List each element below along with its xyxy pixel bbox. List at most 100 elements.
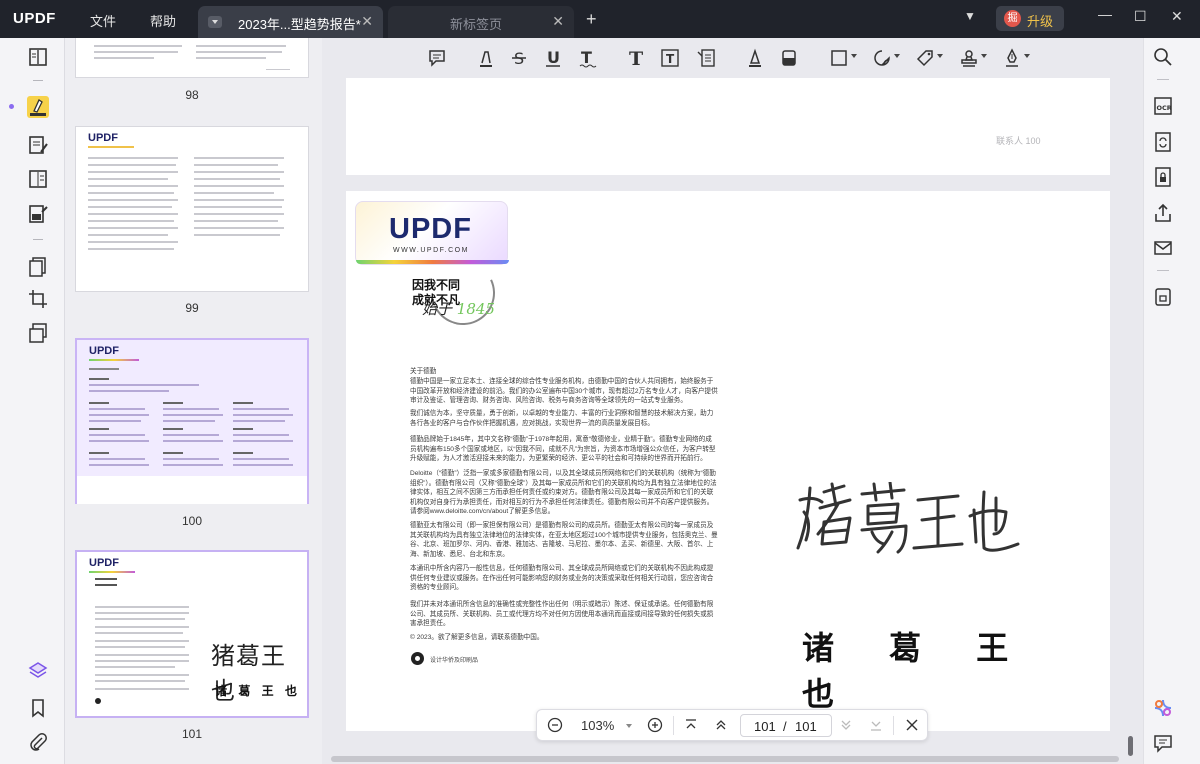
zoom-level[interactable]: 103%	[581, 718, 614, 733]
stamp-tag-icon[interactable]	[915, 48, 935, 68]
convert-pdf-icon[interactable]	[1152, 131, 1174, 153]
page-navigation-bar: 103% 101 / 101	[536, 709, 928, 741]
save-icon[interactable]	[1152, 286, 1174, 308]
thumbnail-page[interactable]	[75, 38, 309, 78]
sticker-icon[interactable]	[872, 48, 892, 68]
last-page-icon[interactable]	[869, 717, 883, 736]
underline-icon[interactable]: U	[543, 48, 563, 68]
protect-icon[interactable]	[1152, 166, 1174, 188]
horizontal-scrollbar[interactable]	[331, 756, 1119, 762]
close-window-icon[interactable]: ✕	[1171, 8, 1183, 25]
ai-assistant-icon[interactable]	[1152, 697, 1174, 719]
tag-dropdown-icon[interactable]	[937, 54, 943, 58]
search-icon[interactable]	[1152, 46, 1174, 68]
svg-text:T: T	[629, 48, 643, 68]
zoom-in-icon[interactable]	[647, 717, 663, 736]
thumbnail-page-number: 98	[185, 88, 199, 102]
organize-pages-icon[interactable]	[27, 256, 49, 278]
shape-dropdown-icon[interactable]	[851, 54, 857, 58]
thumbnail-page-number: 100	[181, 514, 203, 528]
footer-label: 设计华侨及印刷品	[430, 658, 479, 664]
text-callout-icon[interactable]	[696, 48, 716, 68]
eraser-icon[interactable]	[779, 48, 799, 68]
pencil-icon[interactable]	[745, 48, 765, 68]
user-avatar-icon: 掘	[1004, 10, 1021, 27]
signature-dropdown-icon[interactable]	[1024, 54, 1030, 58]
shape-icon[interactable]	[829, 48, 849, 68]
share-icon[interactable]	[1152, 202, 1174, 224]
comment-icon[interactable]	[427, 48, 447, 68]
email-icon[interactable]	[1152, 237, 1174, 259]
paragraph: 我们诚信为本，坚守质量，勇于创新，以卓越的专业能力、丰富的行业洞察和智慧的技术解…	[410, 410, 714, 427]
reader-icon[interactable]	[27, 46, 49, 68]
previous-page-icon[interactable]	[714, 717, 728, 736]
signature-pen-icon[interactable]	[1002, 48, 1022, 68]
stamp-icon[interactable]	[959, 48, 979, 68]
fill-sign-icon[interactable]	[27, 203, 49, 225]
crop-icon[interactable]	[27, 288, 49, 310]
edit-pdf-icon[interactable]	[27, 134, 49, 156]
upgrade-label: 升级	[1027, 14, 1054, 29]
left-toolbar	[0, 38, 64, 764]
right-toolbar: OCR	[1143, 38, 1200, 764]
svg-text:T: T	[666, 52, 675, 66]
zoom-out-icon[interactable]	[547, 717, 563, 736]
active-indicator	[9, 104, 14, 109]
current-page: 101	[754, 719, 776, 734]
menu-file[interactable]: 文件	[90, 11, 116, 30]
thumbnail-page-selected[interactable]: UPDF 猪葛王也 诸 葛 王 也	[75, 550, 309, 718]
bookmark-icon[interactable]	[27, 697, 49, 719]
zoom-dropdown-icon[interactable]	[626, 724, 632, 728]
chevron-down-icon[interactable]: ▼	[964, 9, 976, 23]
upgrade-button[interactable]: 掘 升级	[996, 6, 1064, 31]
paragraph: 德勤亚太有限公司（即一家担保有限公司）是德勤有限公司的成员所。德勤亚太有限公司的…	[410, 522, 718, 558]
svg-text:T: T	[581, 48, 592, 67]
minimize-icon[interactable]: —	[1098, 6, 1112, 22]
text-box-icon[interactable]: T	[660, 48, 680, 68]
highlight-icon[interactable]	[476, 48, 496, 68]
title-bar: UPDF 文件 帮助 2023年...型趋势报告* ✕ 新标签页 ✕ + ▼ 掘…	[0, 0, 1200, 38]
tab-close-icon[interactable]: ✕	[552, 13, 564, 30]
comments-panel-icon[interactable]	[1152, 732, 1174, 754]
thumbnail-panel: 98 UPDF 99 UPDF 100 UPDF 猪葛王也 诸 葛 王 也 10…	[64, 38, 322, 764]
tab-document[interactable]: 2023年...型趋势报告* ✕	[198, 6, 383, 38]
thumbnail-page[interactable]: UPDF	[75, 126, 309, 292]
form-icon[interactable]	[27, 168, 49, 190]
vertical-scrollbar[interactable]	[1128, 736, 1133, 756]
thumbnail-page-number: 101	[181, 727, 203, 741]
tab-close-icon[interactable]: ✕	[361, 13, 373, 30]
annotation-toolbar: S U T T T	[322, 38, 1138, 78]
tab-menu-icon[interactable]	[208, 16, 222, 28]
thumbnail-page[interactable]: UPDF	[75, 338, 309, 504]
next-page-icon[interactable]	[839, 717, 853, 736]
comment-highlight-icon[interactable]	[27, 96, 49, 118]
close-nav-icon[interactable]	[905, 717, 919, 736]
script-tagline: 始于 1845	[422, 300, 495, 318]
first-page-icon[interactable]	[684, 717, 698, 736]
stamp-dropdown-icon[interactable]	[981, 54, 987, 58]
page-number-input[interactable]: 101 / 101	[740, 714, 832, 737]
logo-url: WWW.UPDF.COM	[393, 247, 469, 254]
tab-new[interactable]: 新标签页 ✕	[388, 6, 574, 38]
squiggly-icon[interactable]: T	[577, 48, 597, 68]
paragraph: Deloitte（“德勤”）泛指一家或多家德勤有限公司，以及其全球成员所网络和它…	[410, 470, 717, 516]
svg-text:OCR: OCR	[1157, 104, 1172, 112]
strikethrough-icon[interactable]: S	[509, 48, 529, 68]
layers-icon[interactable]	[27, 660, 49, 682]
pdf-page-current: UPDF WWW.UPDF.COM 因我不同 成就不凡 始于 1845 关于德勤…	[346, 191, 1110, 731]
footer-logo-icon	[411, 652, 424, 665]
handwritten-signature[interactable]	[792, 482, 1022, 562]
page-footer: 联系人 100	[996, 136, 1041, 146]
ocr-icon[interactable]: OCR	[1152, 95, 1174, 117]
paragraph: 德勤品牌始于1845年，其中文名称“德勤”于1978年起用，寓意“敬德修业，业精…	[410, 436, 716, 463]
sticker-dropdown-icon[interactable]	[894, 54, 900, 58]
attachment-icon[interactable]	[27, 731, 49, 753]
svg-text:U: U	[547, 48, 560, 67]
new-tab-plus-icon[interactable]: +	[586, 9, 597, 30]
printed-signature: 诸 葛 王 也	[802, 629, 1031, 713]
convert-icon[interactable]	[27, 322, 49, 344]
text-icon[interactable]: T	[626, 48, 646, 70]
maximize-icon[interactable]: ☐	[1134, 8, 1147, 25]
logo-text: UPDF	[389, 213, 472, 245]
menu-help[interactable]: 帮助	[150, 11, 176, 30]
